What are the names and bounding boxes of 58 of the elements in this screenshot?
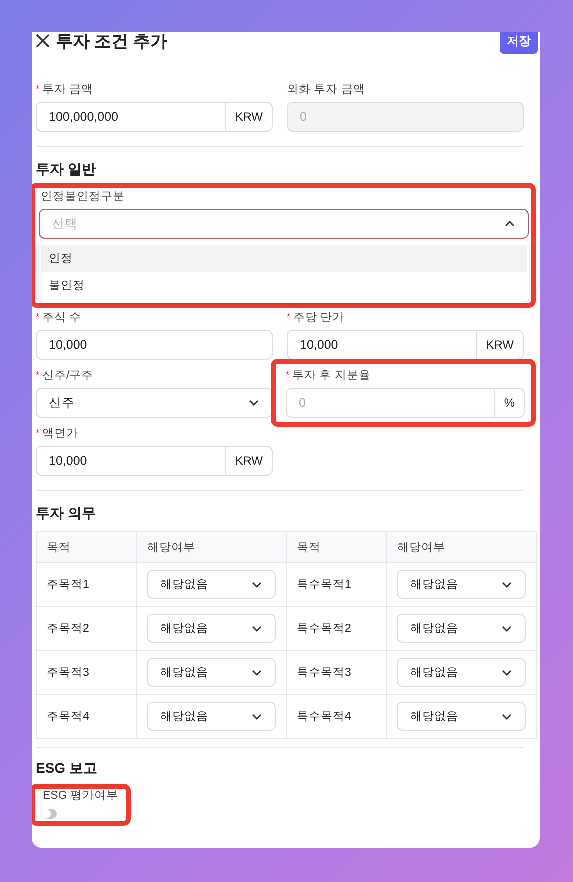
field-label: 투자 금액 bbox=[42, 82, 94, 96]
table-cell: 주목적2 bbox=[36, 606, 137, 650]
input-field[interactable]: 0 bbox=[287, 389, 494, 417]
input-field[interactable]: 100,000,000 bbox=[37, 103, 226, 131]
table-cell: 주목적4 bbox=[36, 694, 137, 738]
select-field[interactable]: 해당없음 bbox=[147, 658, 276, 687]
section-title: ESG 보고 bbox=[36, 760, 98, 778]
input-group[interactable]: 0 % bbox=[286, 388, 525, 418]
section-title: 투자 일반 bbox=[36, 161, 97, 179]
table-cell: 특수목적1 bbox=[286, 562, 387, 606]
field-label: 주당 단가 bbox=[294, 310, 345, 324]
input-field[interactable]: 10,000 bbox=[37, 331, 272, 359]
input-group[interactable]: 10,000 KRW bbox=[36, 446, 273, 476]
required-mark: * bbox=[36, 312, 40, 322]
required-mark: * bbox=[287, 312, 291, 322]
required-mark: * bbox=[36, 428, 40, 438]
dropdown-option[interactable]: 불인정 bbox=[41, 272, 527, 299]
field-label: 인정불인정구분 bbox=[41, 190, 125, 204]
table-cell: 특수목적4 bbox=[286, 694, 387, 738]
input-group[interactable]: 100,000,000 KRW bbox=[36, 102, 273, 132]
unit-label: KRW bbox=[225, 103, 272, 131]
select-field[interactable]: 해당없음 bbox=[147, 570, 276, 599]
table-cell: 특수목적2 bbox=[286, 606, 387, 650]
select-field[interactable]: 해당없음 bbox=[147, 614, 276, 643]
column-header: 목적 bbox=[36, 532, 137, 562]
field-label: 투자 후 지분율 bbox=[292, 368, 371, 382]
table-cell: 주목적1 bbox=[36, 562, 137, 606]
required-mark: * bbox=[36, 370, 40, 380]
unit-label: % bbox=[494, 389, 524, 417]
column-header: 목적 bbox=[286, 532, 387, 562]
close-icon[interactable] bbox=[36, 34, 50, 48]
select-field[interactable]: 해당없음 bbox=[147, 702, 276, 731]
column-header: 해당여부 bbox=[136, 532, 286, 562]
toggle-switch[interactable] bbox=[41, 808, 57, 818]
select-field[interactable]: 신주 bbox=[36, 388, 273, 418]
select-field[interactable]: 해당없음 bbox=[397, 614, 526, 643]
table-cell: 특수목적3 bbox=[286, 650, 387, 694]
input-field[interactable]: 10,000 bbox=[37, 447, 226, 475]
field-label: 외화 투자 금액 bbox=[287, 82, 366, 96]
field-label: 주식 수 bbox=[42, 310, 82, 324]
field-label: ESG 평가여부 bbox=[43, 789, 118, 803]
dialog-title: 투자 조건 추가 bbox=[56, 32, 168, 52]
dropdown-option[interactable]: 인정 bbox=[41, 245, 527, 272]
field-label: 액면가 bbox=[42, 426, 79, 440]
select-field[interactable]: 해당없음 bbox=[397, 658, 526, 687]
save-button[interactable]: 저장 bbox=[500, 32, 538, 54]
table-cell: 주목적3 bbox=[36, 650, 137, 694]
unit-label: KRW bbox=[476, 331, 523, 359]
select-field[interactable]: 해당없음 bbox=[397, 702, 526, 731]
required-mark: * bbox=[36, 84, 40, 94]
input-group[interactable]: 10,000 KRW bbox=[287, 330, 524, 360]
field-label: 신주/구주 bbox=[42, 368, 94, 382]
select-field[interactable]: 해당없음 bbox=[397, 570, 526, 599]
input-field[interactable]: 10,000 bbox=[288, 331, 476, 359]
column-header: 해당여부 bbox=[386, 532, 536, 562]
section-title: 투자 의무 bbox=[36, 505, 97, 523]
required-mark: * bbox=[286, 370, 290, 380]
unit-label: KRW bbox=[225, 447, 272, 475]
